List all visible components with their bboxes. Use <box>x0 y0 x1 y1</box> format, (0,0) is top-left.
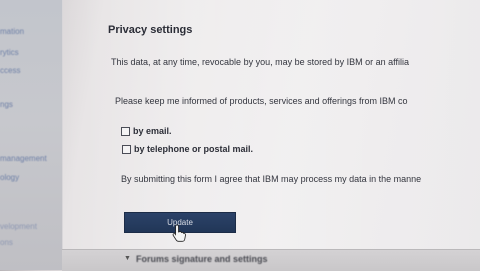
email-checkbox[interactable] <box>121 126 130 136</box>
sidebar-item-rytics[interactable]: rytics <box>0 48 19 57</box>
consent-statement: By submitting this form I agree that IBM… <box>121 174 422 184</box>
keep-informed-prompt: Please keep me informed of products, ser… <box>115 96 408 106</box>
email-option-label[interactable]: by email. <box>133 126 172 136</box>
forums-signature-label[interactable]: Forums signature and settings <box>136 254 268 264</box>
sidebar-item-management[interactable]: management <box>0 154 47 163</box>
sidebar-item-ngs[interactable]: ngs <box>0 100 13 109</box>
forums-signature-accordion[interactable]: ▼ Forums signature and settings <box>62 249 480 271</box>
hand-pointer-icon <box>172 224 186 242</box>
email-option-row[interactable]: by email. <box>121 126 172 136</box>
sidebar-item-ology[interactable]: ology <box>0 173 19 182</box>
sidebar-item-velopment[interactable]: velopment <box>0 222 37 231</box>
data-storage-notice: This data, at any time, revocable by you… <box>111 57 409 67</box>
left-nav-sidebar: mation rytics ccess ngs management ology… <box>0 0 63 270</box>
privacy-settings-heading: Privacy settings <box>108 24 193 36</box>
sidebar-item-mation[interactable]: mation <box>0 27 24 36</box>
chevron-down-icon[interactable]: ▼ <box>124 255 131 262</box>
sidebar-item-ccess[interactable]: ccess <box>0 66 20 75</box>
sidebar-item-ons[interactable]: ons <box>0 238 13 247</box>
phone-mail-option-label[interactable]: by telephone or postal mail. <box>134 144 253 154</box>
phone-mail-option-row[interactable]: by telephone or postal mail. <box>122 144 253 154</box>
phone-mail-checkbox[interactable] <box>122 144 131 154</box>
